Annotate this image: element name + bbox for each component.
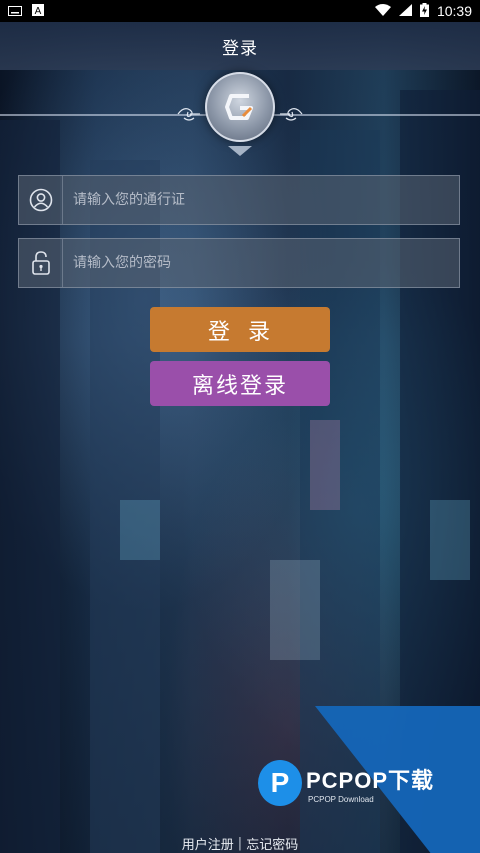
lock-icon bbox=[19, 239, 63, 287]
wifi-icon bbox=[374, 3, 391, 19]
page-title: 登录 bbox=[222, 38, 258, 59]
clock: 10:39 bbox=[436, 3, 472, 19]
offline-login-button[interactable]: 离线登录 bbox=[150, 361, 330, 406]
login-button[interactable]: 登录 bbox=[150, 307, 330, 352]
status-bar: A 10:39 bbox=[0, 0, 480, 22]
app-logo bbox=[205, 72, 275, 142]
footer-links: 用户注册 | 忘记密码 bbox=[0, 833, 480, 853]
signal-icon bbox=[398, 3, 412, 19]
password-field[interactable] bbox=[18, 238, 460, 288]
logo-pointer-icon bbox=[228, 146, 252, 156]
g-logo-icon bbox=[225, 94, 253, 120]
keyboard-icon bbox=[8, 3, 22, 19]
right-ornament-icon bbox=[280, 108, 303, 121]
watermark-mark: P bbox=[258, 760, 302, 806]
a-icon: A bbox=[32, 3, 44, 19]
left-ornament-icon bbox=[177, 108, 200, 121]
footer-separator: | bbox=[237, 835, 243, 851]
account-field[interactable] bbox=[18, 175, 460, 225]
watermark-logo: P PCPOP下载 PCPOP Download bbox=[258, 760, 434, 806]
battery-charging-icon bbox=[419, 2, 429, 20]
account-input[interactable] bbox=[63, 176, 459, 224]
user-icon bbox=[19, 176, 63, 224]
password-input[interactable] bbox=[63, 239, 459, 287]
watermark-brand: PCPOP下载 bbox=[306, 767, 435, 793]
svg-text:A: A bbox=[35, 6, 42, 16]
title-bar: 登录 bbox=[0, 22, 480, 70]
forgot-password-link[interactable]: 忘记密码 bbox=[246, 834, 298, 853]
register-link[interactable]: 用户注册 bbox=[182, 834, 234, 853]
watermark-tagline: PCPOP Download bbox=[308, 794, 374, 804]
